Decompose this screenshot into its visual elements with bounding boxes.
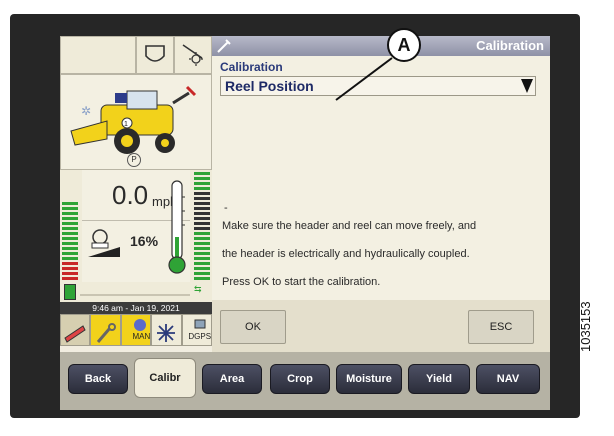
callout-a: A [387, 28, 421, 62]
callout-leader-line [335, 57, 393, 101]
photo-frame: 1 ✲ P 0.0 mph 16% ⇆ 9:46 am - Jan 19, 20… [0, 0, 614, 436]
figure-id: 1035153 [578, 301, 593, 352]
